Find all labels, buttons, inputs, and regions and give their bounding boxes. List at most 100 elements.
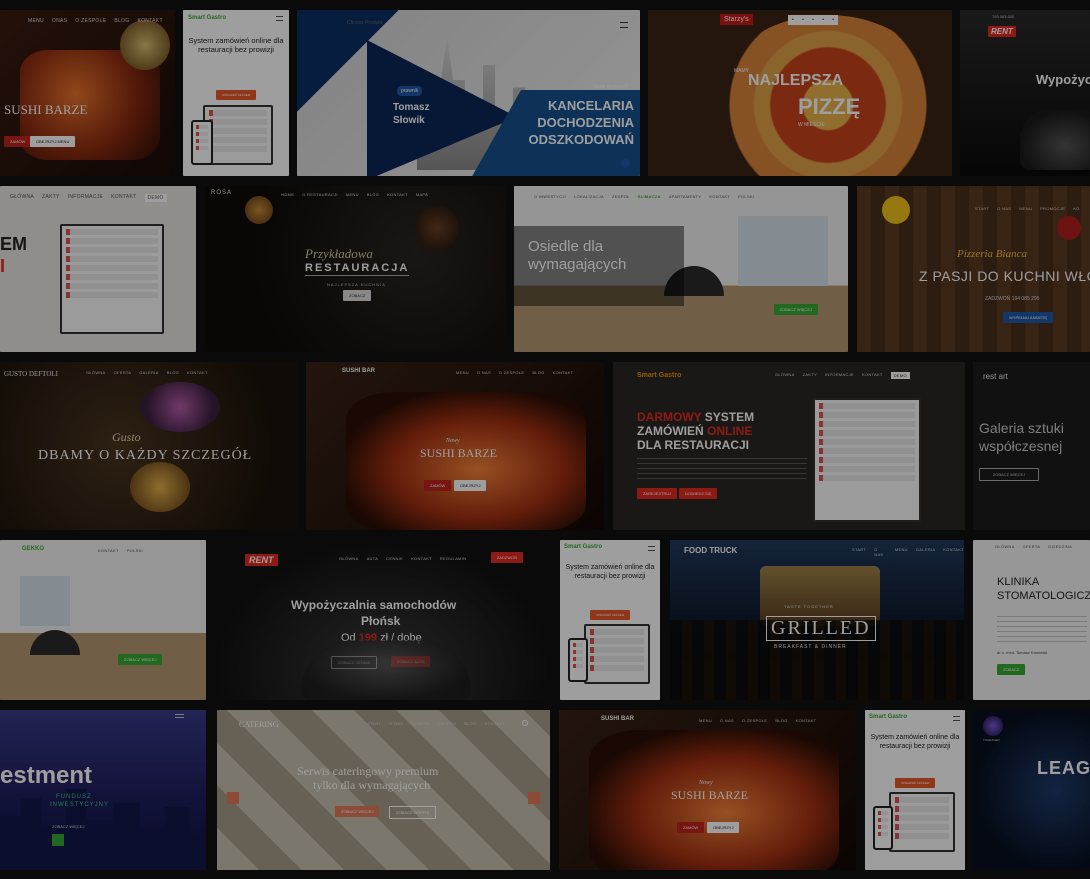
- nav-item[interactable]: ONAS: [52, 18, 67, 24]
- nav-item[interactable]: •: [792, 17, 794, 23]
- nav-item[interactable]: AUTA: [367, 556, 379, 561]
- messenger-icon[interactable]: [621, 159, 630, 168]
- tile-smart-gastro-3[interactable]: Smart Gastro GŁÓWNA ZAKTY INFORMACJE KON…: [613, 362, 965, 530]
- nav-item[interactable]: MAPA: [416, 192, 428, 197]
- nav-item[interactable]: •: [832, 17, 834, 23]
- nav-item[interactable]: OFERTA: [411, 721, 429, 726]
- nav-item[interactable]: O INWESTYCJI: [534, 194, 566, 199]
- nav-item[interactable]: INFORMACJE: [825, 372, 854, 379]
- nav-item[interactable]: INFORMACJE: [68, 194, 104, 202]
- menu-icon[interactable]: [953, 716, 960, 721]
- order-button[interactable]: ZAMÓW: [677, 822, 705, 833]
- nav-item[interactable]: MENU: [895, 547, 908, 557]
- see-more-button[interactable]: ZOBACZ WIĘCEJ: [335, 806, 380, 817]
- offer-button[interactable]: ZOBACZ OFERTĘ: [389, 806, 437, 819]
- nav-item[interactable]: KONTAKT: [796, 718, 817, 723]
- nav-item[interactable]: LOKALIZACJA: [574, 194, 604, 199]
- cta-button[interactable]: SPRAWDŹ CZASEM: [590, 610, 631, 620]
- next-arrow-icon[interactable]: [528, 792, 540, 804]
- nav-item[interactable]: O ZESPOLE: [75, 18, 106, 24]
- nav-item[interactable]: BLOG: [464, 721, 476, 726]
- cta-button[interactable]: SPRAWDŹ CZASEM: [895, 778, 936, 788]
- nav-item[interactable]: •: [812, 17, 814, 23]
- nav-item[interactable]: MENU: [456, 370, 469, 375]
- nav-item[interactable]: O NAS: [389, 721, 403, 726]
- nav-item[interactable]: BLOG: [114, 18, 129, 24]
- small-link[interactable]: ZOBACZ WIĘCEJ: [52, 824, 84, 829]
- menu-button[interactable]: OBEJRZYJ: [707, 822, 740, 833]
- nav-item[interactable]: •: [822, 17, 824, 23]
- tile-restauracja[interactable]: ROSA HOME O RESTAURACJI MENU BLOG KONTAK…: [205, 186, 506, 352]
- nav-item[interactable]: KONTAKT: [553, 370, 574, 375]
- nav-item[interactable]: GŁÓWNA: [86, 370, 106, 375]
- nav-item[interactable]: O NAS: [477, 370, 491, 375]
- nav-item[interactable]: GALERIA: [139, 370, 158, 375]
- tile-league[interactable]: TOGETHER LEAG: [973, 710, 1090, 870]
- nav-item[interactable]: O ZESPOLE: [499, 370, 524, 375]
- nav-item[interactable]: O NAS: [997, 206, 1011, 211]
- tile-investment[interactable]: estment FUNDUSZ INWESTYCYJNY ZOBACZ WIĘC…: [0, 710, 206, 870]
- nav-item[interactable]: GALERIA: [437, 721, 456, 726]
- nav-item[interactable]: GŁÓWNA: [775, 372, 795, 379]
- nav-item[interactable]: MENU: [28, 18, 44, 24]
- nav-item[interactable]: KONTAKT: [411, 556, 432, 561]
- tile-rent-1[interactable]: 793 063 000 RENT Wypożyc: [960, 10, 1090, 176]
- nav-item[interactable]: DZIEDZINA: [1048, 544, 1072, 549]
- nav-item[interactable]: O NAS: [874, 547, 887, 557]
- menu-icon[interactable]: [276, 16, 283, 21]
- menu-icon[interactable]: [620, 22, 628, 28]
- nav-item[interactable]: GŁÓWNA: [10, 194, 34, 202]
- see-more-button[interactable]: ZOBACZ WIĘCEJ: [979, 468, 1039, 481]
- tile-osiedle-2[interactable]: GEKKO KONTAKT POLSKI ZOBACZ WIĘCEJ: [0, 540, 206, 700]
- menu-icon[interactable]: [175, 714, 184, 718]
- tile-food-truck[interactable]: FOOD TRUCK START O NAS MENU GALERIA KONT…: [670, 540, 964, 700]
- search-icon[interactable]: [522, 720, 528, 726]
- tile-pizzeria[interactable]: START O NAS MENU PROMOCJE KO Pizzeria Bi…: [857, 186, 1090, 352]
- nav-item[interactable]: KONTAKT: [943, 547, 964, 557]
- order-button[interactable]: ZAMÓW: [424, 480, 452, 491]
- nav-item[interactable]: MENU: [699, 718, 712, 723]
- cta-button[interactable]: SPRAWDŹ CZASEM: [216, 90, 257, 100]
- see-more-button[interactable]: ZOBACZ WIĘCEJ: [118, 654, 163, 665]
- tile-smart-gastro-5[interactable]: Smart Gastro System zamówień online dla …: [865, 710, 965, 870]
- see-button[interactable]: ZOBACZ: [343, 290, 372, 301]
- register-button[interactable]: ZAREJESTRUJ: [637, 488, 678, 499]
- nav-item[interactable]: DEMO: [890, 372, 910, 379]
- tile-rent-2[interactable]: RENT GŁÓWNA AUTA CENNIK KONTAKT REGULAMI…: [215, 540, 551, 700]
- nav-item[interactable]: ZAKTY: [42, 194, 60, 202]
- nav-item[interactable]: START: [367, 721, 381, 726]
- tile-smart-gastro-1[interactable]: Smart Gastro System zamówień online dla …: [183, 10, 289, 176]
- tile-sushi-bar-1[interactable]: MENU ONAS O ZESPOLE BLOG KONTAKT SUSHI B…: [0, 10, 175, 176]
- order-button[interactable]: ZAMÓW: [4, 136, 32, 147]
- nav-item[interactable]: REGULAMIN: [440, 556, 466, 561]
- learn-button[interactable]: DOWIEDZ SIĘ: [679, 488, 718, 499]
- nav-item[interactable]: APARTAMENTY: [669, 194, 702, 199]
- nav-item[interactable]: O NAS: [720, 718, 734, 723]
- call-button[interactable]: ZADZWOŃ: [490, 552, 523, 563]
- nav-item[interactable]: O RESTAURACJI: [302, 192, 338, 197]
- tile-kancelaria[interactable]: Chcesz Produkt prawnik Tomasz Słowik Moż…: [297, 10, 640, 176]
- nav-item[interactable]: •: [802, 17, 804, 23]
- nav-item[interactable]: POLSKI: [738, 194, 754, 199]
- nav-item[interactable]: CENNIK: [386, 556, 403, 561]
- tile-restart[interactable]: rest art Galeria sztuki współczesnej ZOB…: [973, 362, 1090, 530]
- nav-item[interactable]: KONTAKT: [387, 192, 408, 197]
- nav-item[interactable]: GALERIA: [916, 547, 935, 557]
- nav-item[interactable]: MENU: [346, 192, 359, 197]
- tile-smart-gastro-2[interactable]: GŁÓWNA ZAKTY INFORMACJE KONTAKT DEMO EM …: [0, 186, 196, 352]
- tile-sushi-bar-2[interactable]: SUSHI BAR MENU O NAS O ZESPOLE BLOG KONT…: [306, 362, 604, 530]
- nav-item[interactable]: GŁÓWNA: [995, 544, 1015, 549]
- nav-item[interactable]: POLSKI: [127, 548, 143, 553]
- prev-arrow-icon[interactable]: [227, 792, 239, 804]
- nav-item[interactable]: ŚLIMACZA: [638, 194, 661, 199]
- tile-catering[interactable]: CATERING START O NAS OFERTA GALERIA BLOG…: [217, 710, 550, 870]
- nav-item[interactable]: PROMOCJE: [1040, 206, 1065, 211]
- nav-item[interactable]: KONTAKT: [709, 194, 730, 199]
- nav-item[interactable]: KONTAKT: [111, 194, 136, 202]
- nav-item[interactable]: ZESPÓŁ: [612, 194, 630, 199]
- nav-item[interactable]: BLOG: [775, 718, 787, 723]
- nav-item[interactable]: KONTAKT: [137, 18, 162, 24]
- tile-sushi-bar-3[interactable]: SUSHI BAR MENU O NAS O ZESPOLE BLOG KONT…: [559, 710, 856, 870]
- tile-klinika[interactable]: GŁÓWNA OFERTA DZIEDZINA KLINIKA STOMATOL…: [973, 540, 1090, 700]
- nav-item[interactable]: OFERTA: [114, 370, 132, 375]
